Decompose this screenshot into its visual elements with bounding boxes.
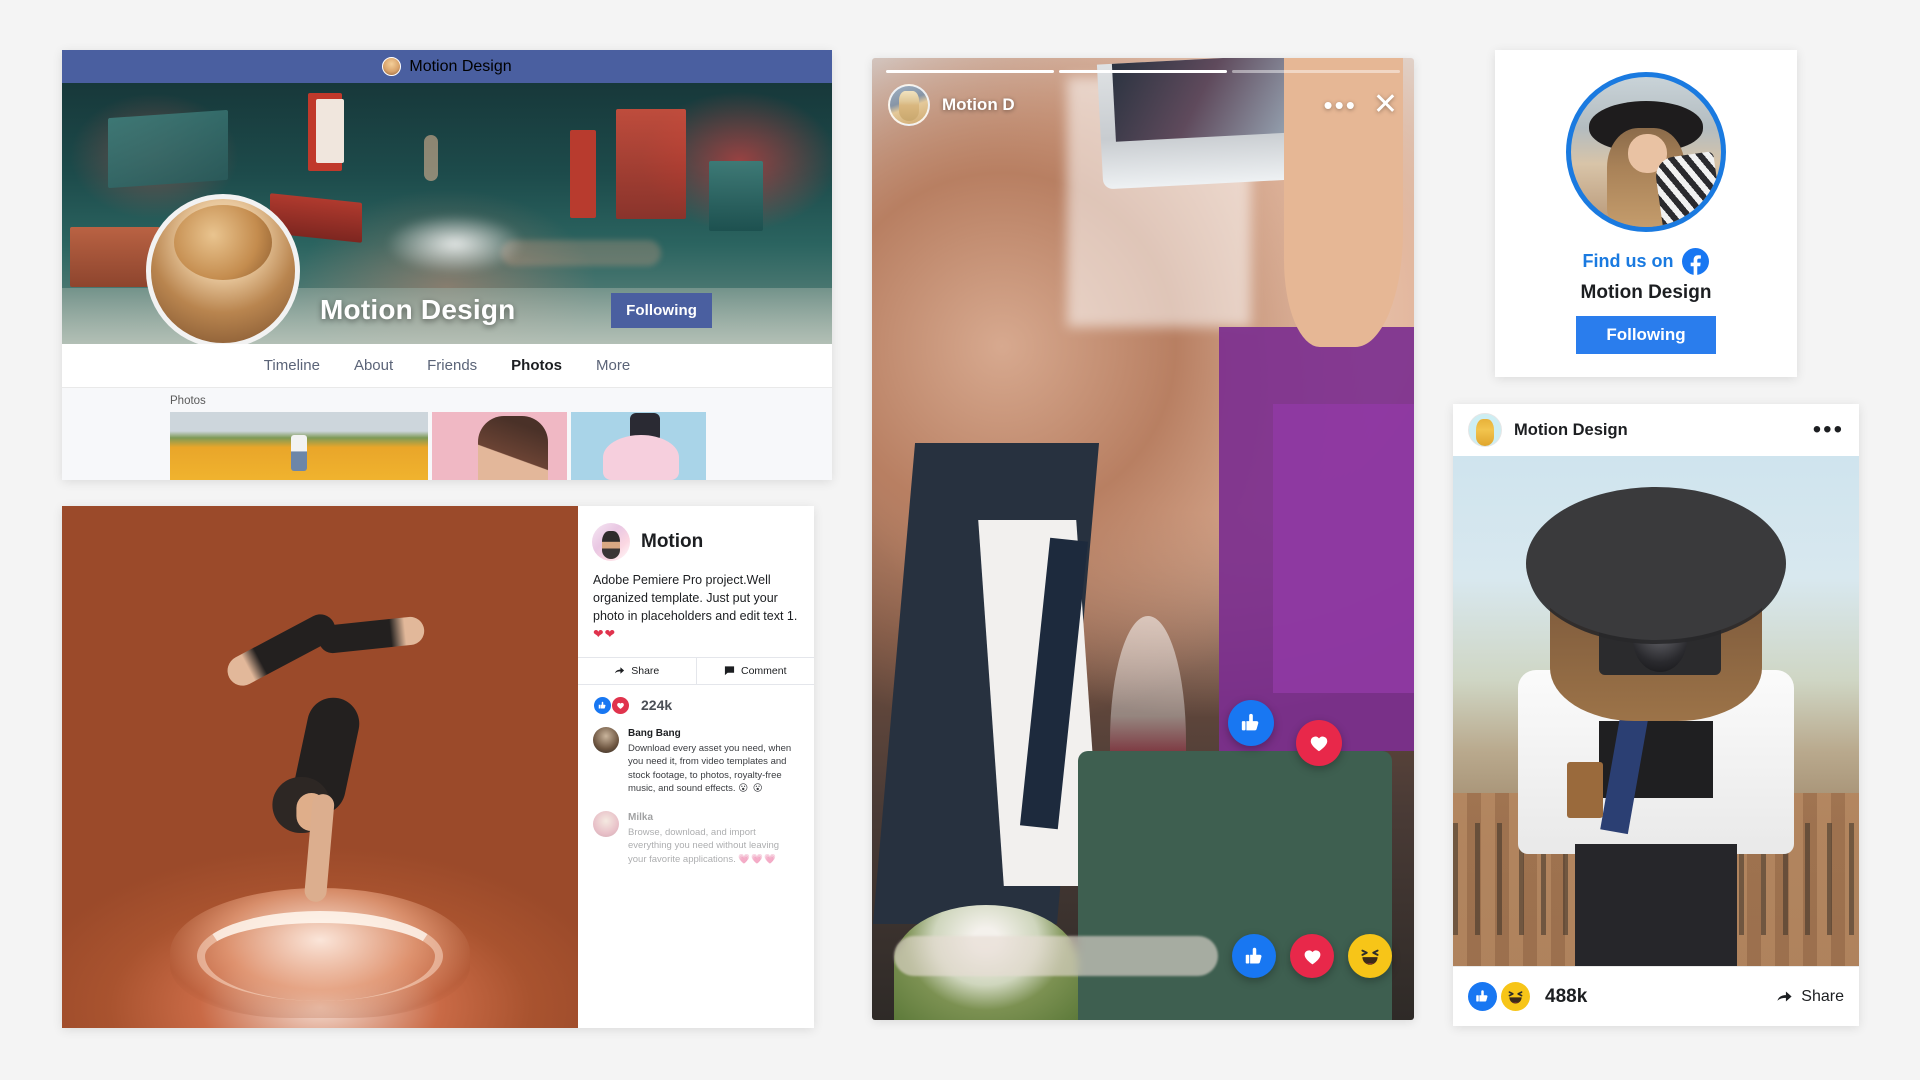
comment-text: Download every asset you need, when you … bbox=[628, 742, 792, 795]
facebook-f-icon[interactable] bbox=[1682, 248, 1710, 275]
feed-post-author-name: Motion Design bbox=[1514, 420, 1628, 439]
heart-icon[interactable] bbox=[1296, 720, 1342, 766]
comment-author-name: Milka bbox=[628, 811, 654, 823]
comment-button-label: Comment bbox=[740, 664, 787, 677]
story-progress-segment[interactable] bbox=[886, 70, 1054, 73]
tab-about[interactable]: About bbox=[354, 357, 393, 374]
hat-woman-avatar-icon[interactable] bbox=[1566, 72, 1726, 232]
photo-thumbnail[interactable] bbox=[170, 412, 428, 480]
photos-thumb-row bbox=[170, 412, 832, 480]
post-body-text: Adobe Pemiere Pro project.Well organized… bbox=[578, 571, 814, 657]
yellow-raincoat-avatar-icon[interactable] bbox=[1468, 413, 1502, 447]
cover-decor bbox=[616, 109, 687, 220]
post-card: Motion Adobe Pemiere Pro project.Well or… bbox=[62, 506, 814, 1028]
thumbs-up-icon[interactable] bbox=[1232, 934, 1276, 978]
cover-decor bbox=[385, 213, 526, 274]
share-button-label: Share bbox=[1801, 987, 1844, 1005]
thumbs-up-icon bbox=[593, 695, 612, 715]
more-options-icon[interactable]: ••• bbox=[1324, 92, 1357, 118]
comment-button[interactable]: Comment bbox=[697, 658, 815, 684]
thumbs-up-icon[interactable] bbox=[1228, 700, 1274, 746]
photo-thumbnail[interactable] bbox=[432, 412, 567, 480]
shocked-emoji: 😮 😮 bbox=[738, 783, 764, 795]
cover-decor bbox=[423, 135, 438, 182]
story-floating-love[interactable] bbox=[1296, 720, 1342, 766]
milka-avatar-icon[interactable] bbox=[593, 810, 619, 837]
pink-heart-emoji: 💗💗💗 bbox=[738, 853, 777, 865]
reaction-count: 224k bbox=[641, 697, 673, 713]
following-button[interactable]: Following bbox=[611, 293, 712, 328]
profile-card: Motion Design Motion Design Following Ti… bbox=[62, 50, 832, 480]
story-progress-segment[interactable] bbox=[1232, 70, 1400, 73]
post-media-image[interactable] bbox=[62, 506, 578, 1028]
story-author-name: Motion D bbox=[942, 95, 1015, 114]
feed-post-image[interactable] bbox=[1453, 456, 1859, 966]
photo-thumbnail[interactable] bbox=[571, 412, 706, 480]
share-arrow-icon bbox=[1777, 991, 1792, 1002]
profile-topbar-title: Motion Design bbox=[409, 57, 512, 75]
heart-icon bbox=[611, 695, 630, 715]
story-progress-segment[interactable] bbox=[1059, 70, 1227, 73]
find-us-label: Find us on bbox=[1582, 251, 1674, 271]
heart-emoji: ❤❤ bbox=[593, 627, 616, 642]
post-author-name: Motion bbox=[641, 531, 704, 552]
page-title: Motion Design bbox=[320, 294, 516, 325]
story-progress-bar[interactable] bbox=[886, 70, 1400, 73]
haha-face-icon[interactable] bbox=[1348, 934, 1392, 978]
post-reaction-row[interactable]: 224k bbox=[578, 685, 814, 724]
comment-bubble-icon bbox=[724, 666, 735, 676]
share-button[interactable]: Share bbox=[1776, 988, 1844, 1006]
story-reply-input[interactable] bbox=[894, 936, 1218, 976]
tab-timeline[interactable]: Timeline bbox=[264, 357, 320, 374]
share-arrow-icon bbox=[615, 667, 625, 674]
heart-icon[interactable] bbox=[1290, 934, 1334, 978]
find-us-page-name: Motion Design bbox=[1580, 282, 1712, 303]
post-author-row: Motion bbox=[578, 506, 814, 571]
following-button[interactable]: Following bbox=[1576, 316, 1716, 354]
close-x-icon[interactable]: ✕ bbox=[1373, 90, 1398, 120]
comment-author-name: Bang Bang bbox=[628, 727, 681, 739]
curly-hair-woman-avatar-icon[interactable] bbox=[146, 194, 300, 344]
thumbs-up-icon[interactable] bbox=[1468, 982, 1497, 1011]
more-options-icon[interactable]: ••• bbox=[1813, 418, 1844, 442]
dancer-figure-decor bbox=[214, 579, 434, 909]
story-floating-like[interactable] bbox=[1228, 700, 1274, 746]
cover-decor bbox=[708, 161, 763, 232]
feed-post-footer: 488k Share bbox=[1453, 966, 1859, 1026]
cover-decor bbox=[108, 110, 229, 189]
share-button-label: Share bbox=[631, 664, 660, 677]
comment-item: Milka Browse, download, and import every… bbox=[578, 808, 814, 879]
haha-face-icon[interactable] bbox=[1501, 982, 1530, 1011]
comment-item: Bang Bang Download every asset you need,… bbox=[578, 724, 814, 808]
photos-section: Photos bbox=[62, 388, 832, 480]
find-us-card: Find us on Motion Design Following bbox=[1495, 50, 1797, 377]
post-body-copy: Adobe Pemiere Pro project.Well organized… bbox=[593, 573, 798, 624]
story-header: Motion D ••• ✕ bbox=[888, 84, 1398, 126]
feed-post-card: Motion Design ••• 488k Share bbox=[1453, 404, 1859, 1026]
bang-bang-avatar-icon[interactable] bbox=[593, 726, 619, 753]
woman-avatar-icon bbox=[382, 57, 402, 76]
feed-post-header: Motion Design ••• bbox=[1453, 404, 1859, 456]
tab-more[interactable]: More bbox=[596, 357, 630, 374]
find-us-row: Find us on bbox=[1495, 248, 1797, 275]
post-action-bar: Share Comment bbox=[578, 656, 815, 685]
profile-nav: Timeline About Friends Photos More bbox=[62, 344, 832, 388]
man-sunglasses-avatar-icon[interactable] bbox=[592, 523, 630, 561]
share-button[interactable]: Share bbox=[578, 658, 696, 684]
tab-friends[interactable]: Friends bbox=[427, 357, 477, 374]
cover-decor bbox=[570, 129, 597, 218]
photos-section-label: Photos bbox=[170, 395, 206, 407]
profile-cover-photo: Motion Design Following bbox=[62, 83, 832, 344]
canvas: Motion Design Motion Design Following Ti… bbox=[0, 0, 1920, 1080]
story-card[interactable]: Motion D ••• ✕ bbox=[872, 58, 1414, 1020]
blonde-woman-avatar-icon[interactable] bbox=[888, 84, 930, 126]
post-sidebar: Motion Adobe Pemiere Pro project.Well or… bbox=[578, 506, 814, 1028]
feed-reaction-count: 488k bbox=[1545, 985, 1588, 1007]
tab-photos[interactable]: Photos bbox=[511, 357, 562, 374]
story-reply-bar bbox=[872, 934, 1414, 978]
cover-decor bbox=[316, 98, 345, 163]
profile-topbar: Motion Design bbox=[62, 50, 832, 83]
